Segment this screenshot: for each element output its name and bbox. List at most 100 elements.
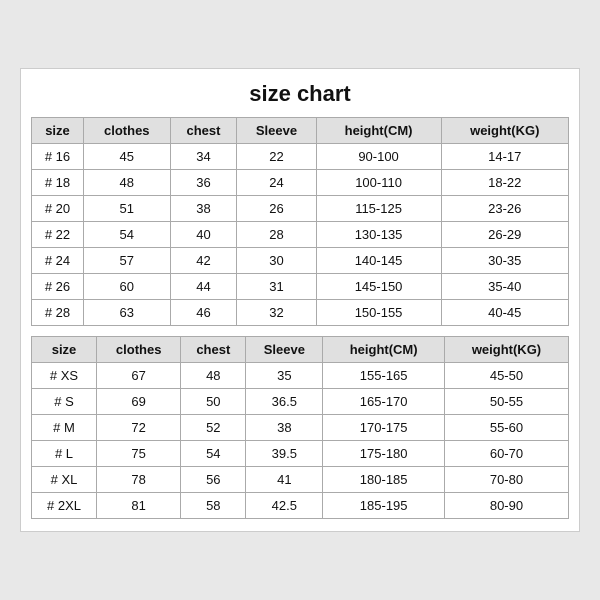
table-cell: 36.5: [246, 389, 323, 415]
table-cell: 38: [246, 415, 323, 441]
table-cell: 150-155: [316, 300, 441, 326]
table2-col-header: weight(KG): [444, 337, 568, 363]
table-cell: 67: [97, 363, 181, 389]
table2-col-header: chest: [181, 337, 246, 363]
table-cell: 81: [97, 493, 181, 519]
table2-body: # XS674835155-16545-50# S695036.5165-170…: [32, 363, 569, 519]
table-cell: 75: [97, 441, 181, 467]
table1-col-header: clothes: [83, 118, 170, 144]
table1-col-header: weight(KG): [441, 118, 568, 144]
table-cell: 170-175: [323, 415, 445, 441]
table-cell: 36: [170, 170, 237, 196]
table1-col-header: height(CM): [316, 118, 441, 144]
table-cell: 45: [83, 144, 170, 170]
table-cell: 39.5: [246, 441, 323, 467]
table-cell: 24: [237, 170, 316, 196]
table-cell: 42: [170, 248, 237, 274]
table1-col-header: Sleeve: [237, 118, 316, 144]
table-cell: 78: [97, 467, 181, 493]
table-cell: 130-135: [316, 222, 441, 248]
table-cell: 72: [97, 415, 181, 441]
table-cell: 63: [83, 300, 170, 326]
table-cell: 14-17: [441, 144, 568, 170]
chart-title: size chart: [31, 81, 569, 107]
table-cell: 23-26: [441, 196, 568, 222]
table-row: # 26604431145-15035-40: [32, 274, 569, 300]
table-cell: 32: [237, 300, 316, 326]
table-cell: # M: [32, 415, 97, 441]
table-row: # 22544028130-13526-29: [32, 222, 569, 248]
table-cell: 26: [237, 196, 316, 222]
size-table-1: sizeclotheschestSleeveheight(CM)weight(K…: [31, 117, 569, 326]
table-cell: # XL: [32, 467, 97, 493]
table-row: # 1645342290-10014-17: [32, 144, 569, 170]
table2-header: sizeclotheschestSleeveheight(CM)weight(K…: [32, 337, 569, 363]
table-cell: # 16: [32, 144, 84, 170]
table-cell: 30-35: [441, 248, 568, 274]
table-cell: 30: [237, 248, 316, 274]
table-cell: 185-195: [323, 493, 445, 519]
table-cell: 38: [170, 196, 237, 222]
table-cell: # 22: [32, 222, 84, 248]
table1-header-row: sizeclotheschestSleeveheight(CM)weight(K…: [32, 118, 569, 144]
table-cell: 69: [97, 389, 181, 415]
table-cell: 165-170: [323, 389, 445, 415]
table-cell: 60-70: [444, 441, 568, 467]
table-cell: 54: [83, 222, 170, 248]
table-cell: # 28: [32, 300, 84, 326]
table2-col-header: size: [32, 337, 97, 363]
table-cell: 18-22: [441, 170, 568, 196]
table-row: # M725238170-17555-60: [32, 415, 569, 441]
table-cell: 50-55: [444, 389, 568, 415]
table-cell: 40: [170, 222, 237, 248]
table-cell: 55-60: [444, 415, 568, 441]
table-cell: # XS: [32, 363, 97, 389]
table-cell: 22: [237, 144, 316, 170]
table1-header: sizeclotheschestSleeveheight(CM)weight(K…: [32, 118, 569, 144]
table-cell: 100-110: [316, 170, 441, 196]
table-cell: 90-100: [316, 144, 441, 170]
table-cell: 31: [237, 274, 316, 300]
table-cell: 42.5: [246, 493, 323, 519]
table-cell: 28: [237, 222, 316, 248]
table-cell: 70-80: [444, 467, 568, 493]
table-row: # 28634632150-15540-45: [32, 300, 569, 326]
table-row: # S695036.5165-17050-55: [32, 389, 569, 415]
table-row: # 24574230140-14530-35: [32, 248, 569, 274]
table-cell: 40-45: [441, 300, 568, 326]
table-cell: 54: [181, 441, 246, 467]
table-cell: # 26: [32, 274, 84, 300]
table-cell: 115-125: [316, 196, 441, 222]
table-cell: 35: [246, 363, 323, 389]
size-chart-card: size chart sizeclotheschestSleeveheight(…: [20, 68, 580, 532]
table-cell: 180-185: [323, 467, 445, 493]
table-cell: 44: [170, 274, 237, 300]
table-cell: 26-29: [441, 222, 568, 248]
table-cell: 48: [83, 170, 170, 196]
table-row: # XL785641180-18570-80: [32, 467, 569, 493]
table-cell: 140-145: [316, 248, 441, 274]
table-spacer: [31, 326, 569, 336]
table-cell: # 18: [32, 170, 84, 196]
table2-col-header: height(CM): [323, 337, 445, 363]
table2-header-row: sizeclotheschestSleeveheight(CM)weight(K…: [32, 337, 569, 363]
table-cell: # S: [32, 389, 97, 415]
table-cell: 50: [181, 389, 246, 415]
table-row: # 18483624100-11018-22: [32, 170, 569, 196]
table-cell: 175-180: [323, 441, 445, 467]
table-cell: 155-165: [323, 363, 445, 389]
table1-col-header: size: [32, 118, 84, 144]
table-cell: 60: [83, 274, 170, 300]
table2-col-header: clothes: [97, 337, 181, 363]
table-cell: 41: [246, 467, 323, 493]
table2-col-header: Sleeve: [246, 337, 323, 363]
table-cell: 34: [170, 144, 237, 170]
table-cell: 48: [181, 363, 246, 389]
table1-body: # 1645342290-10014-17# 18483624100-11018…: [32, 144, 569, 326]
size-table-2: sizeclotheschestSleeveheight(CM)weight(K…: [31, 336, 569, 519]
table-cell: 58: [181, 493, 246, 519]
table-cell: # 20: [32, 196, 84, 222]
table1-col-header: chest: [170, 118, 237, 144]
table-cell: 57: [83, 248, 170, 274]
table-cell: 56: [181, 467, 246, 493]
